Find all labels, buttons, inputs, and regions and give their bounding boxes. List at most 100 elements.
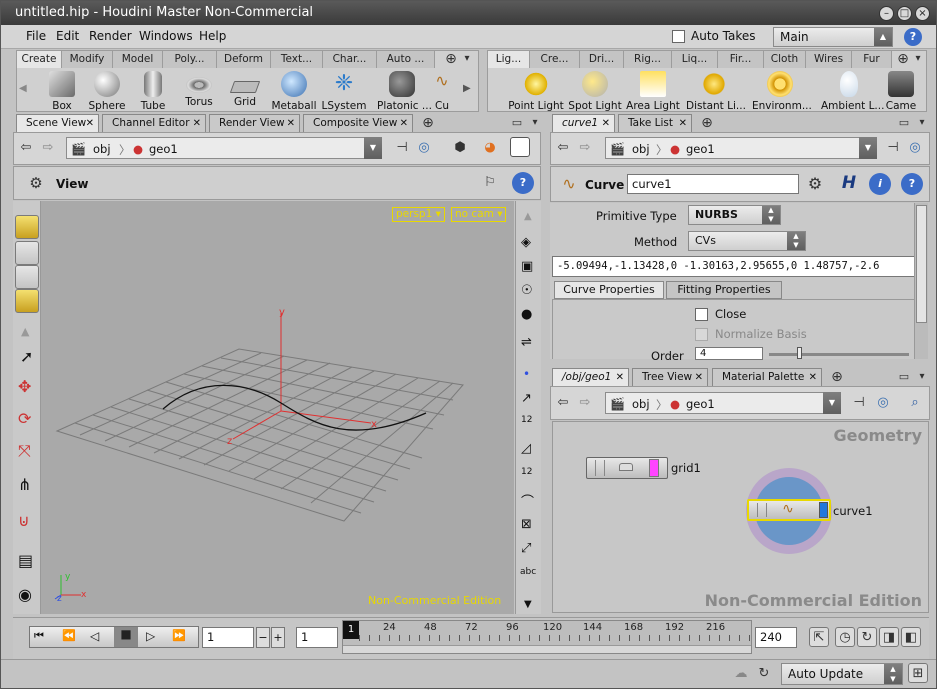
param-scrollbar-thumb[interactable] <box>916 205 927 323</box>
render-region-icon[interactable]: ▤ <box>18 551 33 570</box>
maximize-pane-icon[interactable]: ▭ <box>894 113 914 133</box>
take-selector[interactable]: Main ▲▼ <box>773 27 893 59</box>
rotate-tool-icon[interactable]: ⟳ <box>18 409 31 428</box>
cam-menu[interactable]: no cam ▾ <box>451 207 507 222</box>
path-obj[interactable]: obj <box>632 142 650 156</box>
close-icon[interactable]: ✕ <box>400 115 408 132</box>
tab-curve1-params[interactable]: curve1 ✕ <box>552 114 615 132</box>
tool-spot-light[interactable]: Spot Light <box>568 71 622 112</box>
path-geo1[interactable]: geo1 <box>686 142 715 156</box>
close-icon[interactable]: ✕ <box>695 369 703 386</box>
scale-tool-icon[interactable]: ⤧ <box>18 441 31 461</box>
link-icon[interactable]: ◎ <box>873 393 893 413</box>
arrow-up-icon[interactable]: ▲ <box>21 325 29 338</box>
pin-icon[interactable]: ⊣ <box>883 138 903 158</box>
path-geo1[interactable]: geo1 <box>149 142 178 156</box>
close-icon[interactable]: ✕ <box>809 369 817 386</box>
close-icon[interactable]: ✕ <box>193 115 201 132</box>
pin-icon[interactable]: ⊣ <box>392 138 412 158</box>
vector-icon[interactable]: ⤢ <box>521 541 531 556</box>
normalize-basis-checkbox[interactable] <box>695 328 708 341</box>
tool-torus[interactable]: Torus <box>174 71 224 108</box>
shelf-tab-create-fx[interactable]: Cre... <box>530 51 580 68</box>
shelf-tab-lights[interactable]: Lig... <box>488 51 530 68</box>
back-arrow-icon[interactable]: ⇦ <box>553 138 573 158</box>
background-icon[interactable] <box>510 137 530 157</box>
clock-icon[interactable]: ◷ <box>835 627 855 647</box>
stop-icon[interactable]: ■ <box>114 627 138 647</box>
select-prims-icon[interactable] <box>15 289 39 313</box>
shelf-tab-char[interactable]: Char... <box>323 51 377 68</box>
step-forward-icon[interactable]: ⏩ <box>172 629 186 642</box>
display-flag[interactable] <box>819 502 828 518</box>
pointer-icon[interactable]: ➚ <box>20 347 33 366</box>
path-dropdown[interactable]: ▼ <box>364 137 382 159</box>
back-arrow-icon[interactable]: ⇦ <box>553 393 573 413</box>
auto-takes-checkbox[interactable] <box>672 30 685 43</box>
menu-edit[interactable]: Edit <box>56 29 79 43</box>
close-icon[interactable]: ✕ <box>616 369 624 386</box>
menu-file[interactable]: File <box>26 29 46 43</box>
frame-increment-button[interactable]: + <box>271 627 285 648</box>
back-arrow-icon[interactable]: ⇦ <box>16 138 36 158</box>
viewport[interactable]: y x z y x z persp1 ▾ no cam ▾ Non-Commer… <box>41 201 514 614</box>
start-frame-field[interactable]: 1 <box>296 627 338 648</box>
menu-render[interactable]: Render <box>89 29 132 43</box>
shelf-tab-fire[interactable]: Fir... <box>718 51 764 68</box>
step-back-icon[interactable]: ⏪ <box>62 629 76 642</box>
tab-obj-geo1[interactable]: /obj/geo1 ✕ <box>552 368 629 386</box>
tool-distant-light[interactable]: Distant Li... <box>686 71 746 112</box>
path-dropdown[interactable]: ▼ <box>823 392 841 414</box>
magnet-tool-icon[interactable]: ⊍ <box>18 511 30 530</box>
update-mode-select[interactable]: Auto Update ▲ ▼ <box>781 663 903 685</box>
maximize-pane-icon[interactable]: ▭ <box>507 113 527 133</box>
frame-marker[interactable]: 1 <box>343 621 359 639</box>
close-icon[interactable]: ✕ <box>602 115 610 132</box>
method-select[interactable]: CVs ▲ ▼ <box>688 231 806 251</box>
link-icon[interactable]: ◎ <box>414 138 434 158</box>
shelf-tab-deform[interactable]: Deform <box>217 51 271 68</box>
param-path-field[interactable]: 🎬 obj 〉 ● geo1 ▼ <box>605 137 877 159</box>
tab-scene-view[interactable]: Scene View ✕ <box>16 114 99 132</box>
add-tab-icon[interactable]: ⊕ <box>827 367 847 387</box>
text-display-icon[interactable]: abc <box>520 567 536 577</box>
forward-arrow-icon[interactable]: ⇨ <box>575 393 595 413</box>
node-name-field[interactable]: curve1 <box>627 174 799 194</box>
info-icon[interactable]: i <box>869 173 891 195</box>
ghost-icon[interactable]: ⇌ <box>521 335 532 350</box>
loop-icon[interactable]: ↻ <box>857 627 877 647</box>
tool-sphere[interactable]: Sphere <box>82 71 132 112</box>
maximize-pane-icon[interactable]: ▭ <box>894 367 914 387</box>
tool-grid[interactable]: Grid <box>220 71 270 108</box>
tab-curve-properties[interactable]: Curve Properties <box>554 281 664 299</box>
close-checkbox[interactable] <box>695 308 708 321</box>
shelf-menu-icon[interactable]: ▾ <box>908 49 928 69</box>
view-camera-icon[interactable]: ◉ <box>18 585 32 604</box>
timeline-scrubber[interactable]: 1 24 48 72 96 120 144 168 192 216 <box>342 620 752 654</box>
pane-menu-icon[interactable]: ▾ <box>525 113 545 133</box>
play-reverse-icon[interactable]: ◁ <box>90 629 99 643</box>
prim-normal-icon[interactable]: ◿ <box>521 441 531 456</box>
tab-composite-view[interactable]: Composite View ✕ <box>303 114 413 132</box>
play-icon[interactable]: ▷ <box>146 629 155 643</box>
gear-icon[interactable]: ⚙ <box>805 174 825 194</box>
close-icon[interactable]: ✕ <box>287 115 295 132</box>
audio-icon[interactable]: ⇱ <box>809 627 829 647</box>
tool-point-light[interactable]: Point Light <box>508 71 564 112</box>
houdini-h-icon[interactable]: H <box>839 173 859 193</box>
shading-icon[interactable]: ◕ <box>480 138 500 158</box>
template-flag[interactable] <box>649 459 659 477</box>
close-icon[interactable]: ✕ <box>679 115 687 132</box>
tool-area-light[interactable]: Area Light <box>626 71 680 112</box>
shelf-tab-rig[interactable]: Rig... <box>624 51 672 68</box>
maximize-icon[interactable]: □ <box>897 6 912 21</box>
forward-arrow-icon[interactable]: ⇨ <box>575 138 595 158</box>
node-curve1[interactable]: ∿ <box>747 499 831 521</box>
order-field[interactable]: 4 <box>695 347 763 360</box>
pin-icon[interactable]: ⊣ <box>849 393 869 413</box>
shelf-tab-wires[interactable]: Wires <box>806 51 852 68</box>
performance-icon[interactable]: ⊞ <box>908 663 928 683</box>
help-icon[interactable]: ? <box>512 172 534 194</box>
hull-icon[interactable]: ⌒ <box>521 491 534 510</box>
point-numbers-icon[interactable]: 12 <box>521 415 532 425</box>
